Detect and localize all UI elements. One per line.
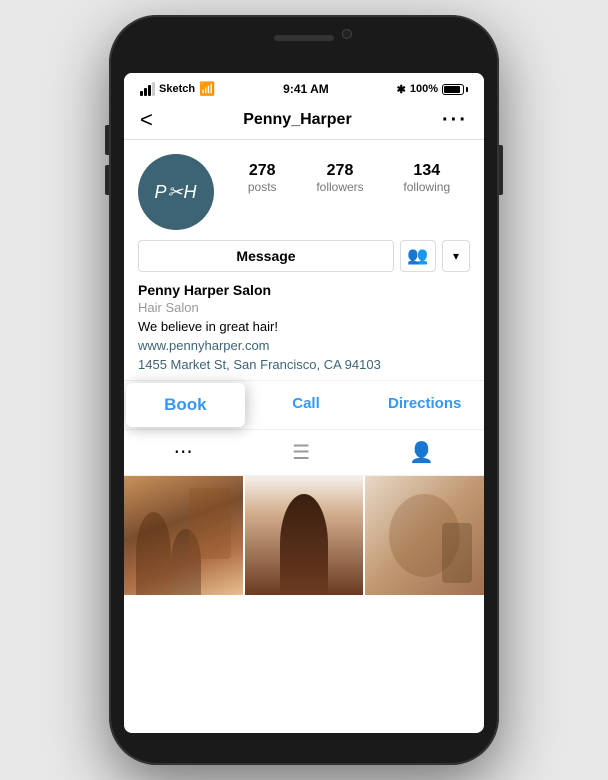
call-label: Call [292,395,320,412]
grid-tab[interactable]: ‧‧‧ [174,440,193,465]
signal-bar-2 [144,88,147,96]
chevron-down-icon: ▾ [453,249,459,263]
status-time: 9:41 AM [283,82,329,96]
bio-text: We believe in great hair! [138,319,470,334]
contact-actions-row: Book Call Directions [124,380,484,430]
photo-cell-3[interactable] [365,476,484,595]
book-button[interactable]: Book [126,383,245,427]
bio-section: Penny Harper Salon Hair Salon We believe… [124,282,484,380]
battery-indicator [442,84,468,95]
dropdown-button[interactable]: ▾ [442,240,470,272]
website-link[interactable]: www.pennyharper.com [138,338,470,353]
followers-stat[interactable]: 278 followers [316,162,363,194]
photo-cell-1[interactable] [124,476,243,595]
volume-down-btn [105,165,109,195]
phone-wrapper: Sketch 📶 9:41 AM ✱ 100% < [0,0,608,780]
person-check-icon: 👥 [407,246,428,266]
wifi-icon: 📶 [199,81,215,97]
profile-username: Penny_Harper [243,111,352,129]
directions-button[interactable]: Directions [365,381,484,429]
stats-row: 278 posts 278 followers 134 following [228,154,470,194]
followers-count: 278 [327,162,354,180]
following-count: 134 [413,162,440,180]
posts-count: 278 [249,162,276,180]
book-label: Book [164,395,207,414]
carrier-label: Sketch [159,83,195,95]
photo-cell-2[interactable] [245,476,364,595]
power-btn [499,145,503,195]
battery-pct: 100% [410,83,438,95]
phone-screen: Sketch 📶 9:41 AM ✱ 100% < [124,73,484,733]
phone-frame: Sketch 📶 9:41 AM ✱ 100% < [109,15,499,765]
followers-label: followers [316,180,363,194]
back-button[interactable]: < [140,107,153,133]
nav-bar: < Penny_Harper ··· [124,101,484,140]
status-bar: Sketch 📶 9:41 AM ✱ 100% [124,73,484,101]
volume-up-btn [105,125,109,155]
following-label: following [403,180,450,194]
signal-bars [140,82,155,96]
directions-label: Directions [388,395,461,412]
signal-bar-1 [140,91,143,96]
phone-speaker [274,35,334,41]
avatar: P✂H [138,154,214,230]
call-button[interactable]: Call [247,381,366,429]
phone-camera [342,29,352,39]
follow-icon-button[interactable]: 👥 [400,240,436,272]
signal-bar-4 [152,82,155,96]
avatar-initials: P✂H [154,182,197,203]
status-right: ✱ 100% [397,83,468,96]
signal-bar-3 [148,85,151,96]
display-name: Penny Harper Salon [138,282,470,298]
battery-body [442,84,464,95]
more-options-button[interactable]: ··· [442,109,468,132]
tab-row: ‧‧‧ ☰ 👤 [124,430,484,476]
tagged-tab[interactable]: 👤 [409,440,434,465]
following-stat[interactable]: 134 following [403,162,450,194]
status-left: Sketch 📶 [140,81,215,97]
posts-label: posts [248,180,277,194]
address-text[interactable]: 1455 Market St, San Francisco, CA 94103 [138,357,470,372]
bluetooth-icon: ✱ [397,83,406,96]
photo-grid [124,476,484,595]
list-tab[interactable]: ☰ [292,440,310,465]
category-label: Hair Salon [138,300,470,315]
message-button[interactable]: Message [138,240,394,272]
profile-section: P✂H 278 posts 278 followers 134 followin… [124,140,484,240]
posts-stat: 278 posts [248,162,277,194]
battery-fill [444,86,460,93]
battery-cap [466,87,468,92]
action-row: Message 👥 ▾ [124,240,484,282]
